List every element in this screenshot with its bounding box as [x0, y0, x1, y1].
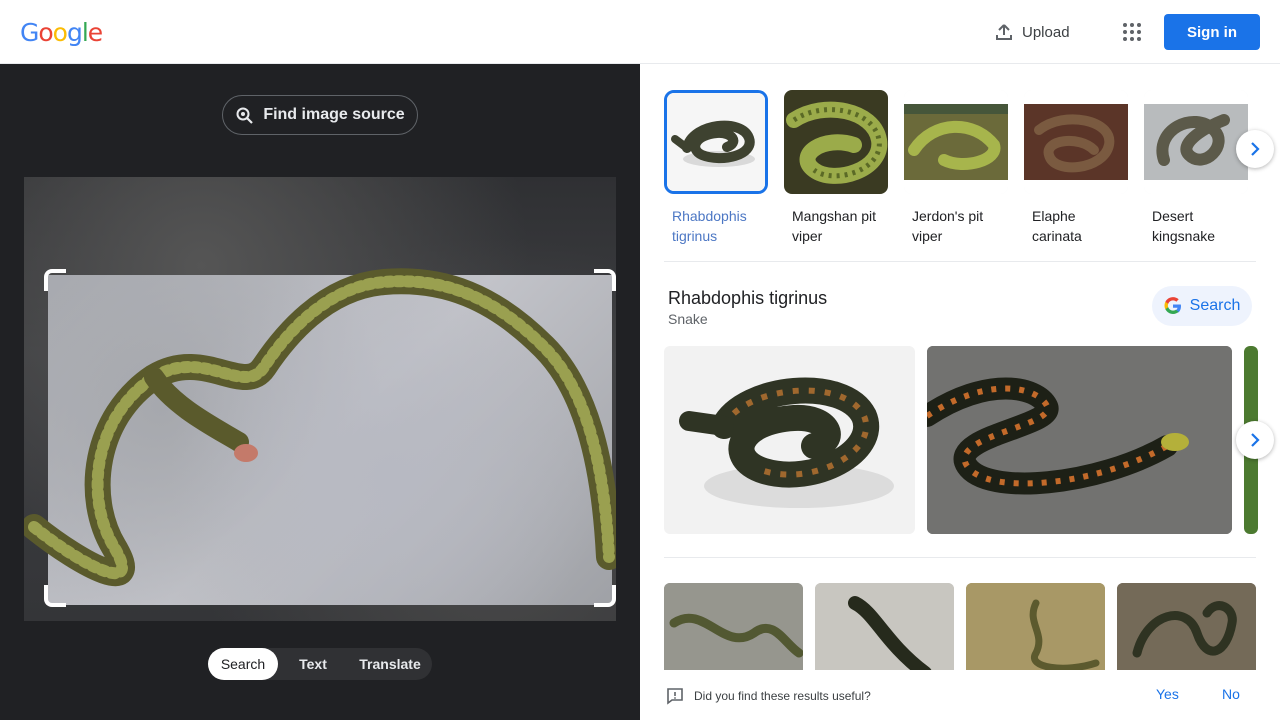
visual-matches-row: Rhabdophis tigrinus Mangshan pit viper J…	[664, 90, 1248, 246]
find-image-source-button[interactable]: Find image source	[222, 95, 418, 135]
crop-handle-bottom-left[interactable]	[44, 585, 66, 607]
match-card[interactable]: Desert kingsnake	[1144, 90, 1248, 246]
divider	[664, 557, 1256, 558]
match-card[interactable]: Elaphe carinata	[1024, 90, 1128, 246]
match-thumbnail	[784, 90, 888, 194]
feedback-icon	[667, 688, 683, 705]
crop-handle-top-left[interactable]	[44, 269, 66, 291]
sign-in-button[interactable]: Sign in	[1164, 14, 1260, 50]
entity-title: Rhabdophis tigrinus	[668, 288, 828, 308]
crop-handle-top-right[interactable]	[594, 269, 616, 291]
logo-letter: o	[38, 18, 53, 47]
match-label: Elaphe carinata	[1032, 208, 1082, 244]
google-logo[interactable]: Google	[20, 18, 103, 48]
entity-search-button[interactable]: Search	[1152, 286, 1252, 326]
uploaded-image	[24, 177, 616, 621]
result-photo[interactable]	[815, 583, 954, 683]
apps-grid-icon[interactable]	[1114, 14, 1150, 50]
match-thumbnail	[1144, 90, 1248, 194]
matches-next-button[interactable]	[1236, 130, 1274, 168]
lens-search-icon	[236, 107, 254, 124]
result-photo[interactable]	[927, 346, 1232, 534]
mode-search-tab[interactable]: Search	[208, 648, 278, 680]
match-card[interactable]: Jerdon's pit viper	[904, 90, 1008, 246]
crop-handle-bottom-right[interactable]	[594, 585, 616, 607]
mode-switcher: Search Text Translate	[208, 648, 432, 680]
result-photo[interactable]	[664, 583, 803, 683]
match-label: Mangshan pit viper	[792, 208, 877, 244]
photos-next-button[interactable]	[1236, 421, 1274, 459]
entity-search-label: Search	[1189, 297, 1241, 314]
divider	[664, 261, 1256, 262]
logo-letter: o	[52, 18, 68, 47]
feedback-yes-button[interactable]: Yes	[1156, 686, 1179, 702]
chevron-right-icon	[1251, 433, 1260, 447]
results-panel: Rhabdophis tigrinus Mangshan pit viper J…	[640, 64, 1280, 720]
match-label: Rhabdophis tigrinus	[672, 208, 747, 244]
mode-text-tab[interactable]: Text	[278, 648, 348, 680]
result-photo[interactable]	[1117, 583, 1256, 683]
match-card[interactable]: Rhabdophis tigrinus	[664, 90, 768, 246]
logo-letter: G	[20, 18, 39, 47]
feedback-question: Did you find these results useful?	[694, 689, 871, 703]
match-thumbnail	[904, 90, 1008, 194]
chevron-right-icon	[1251, 142, 1260, 156]
top-bar: Google Upload Sign in	[0, 0, 1280, 64]
upload-icon	[996, 24, 1012, 40]
image-viewer-panel: Find image source Search Text Translate	[0, 64, 640, 720]
match-thumbnail	[664, 90, 768, 194]
logo-letter: e	[87, 18, 103, 47]
match-card[interactable]: Mangshan pit viper	[784, 90, 888, 246]
snake-image	[24, 268, 616, 587]
match-thumbnail	[1024, 90, 1128, 194]
logo-letter: g	[66, 18, 83, 47]
match-label: Desert kingsnake	[1152, 208, 1216, 244]
feedback-no-button[interactable]: No	[1222, 686, 1240, 702]
result-photo[interactable]	[664, 346, 915, 534]
feedback-bar: Did you find these results useful? Yes N…	[640, 670, 1280, 720]
entity-subtitle: Snake	[668, 311, 708, 327]
google-g-icon	[1164, 297, 1181, 314]
upload-button[interactable]: Upload	[982, 14, 1080, 50]
match-label: Jerdon's pit viper	[912, 208, 984, 244]
upload-label: Upload	[1022, 23, 1070, 41]
mode-translate-tab[interactable]: Translate	[348, 648, 432, 680]
result-photo[interactable]	[966, 583, 1105, 683]
find-image-source-label: Find image source	[263, 106, 405, 123]
